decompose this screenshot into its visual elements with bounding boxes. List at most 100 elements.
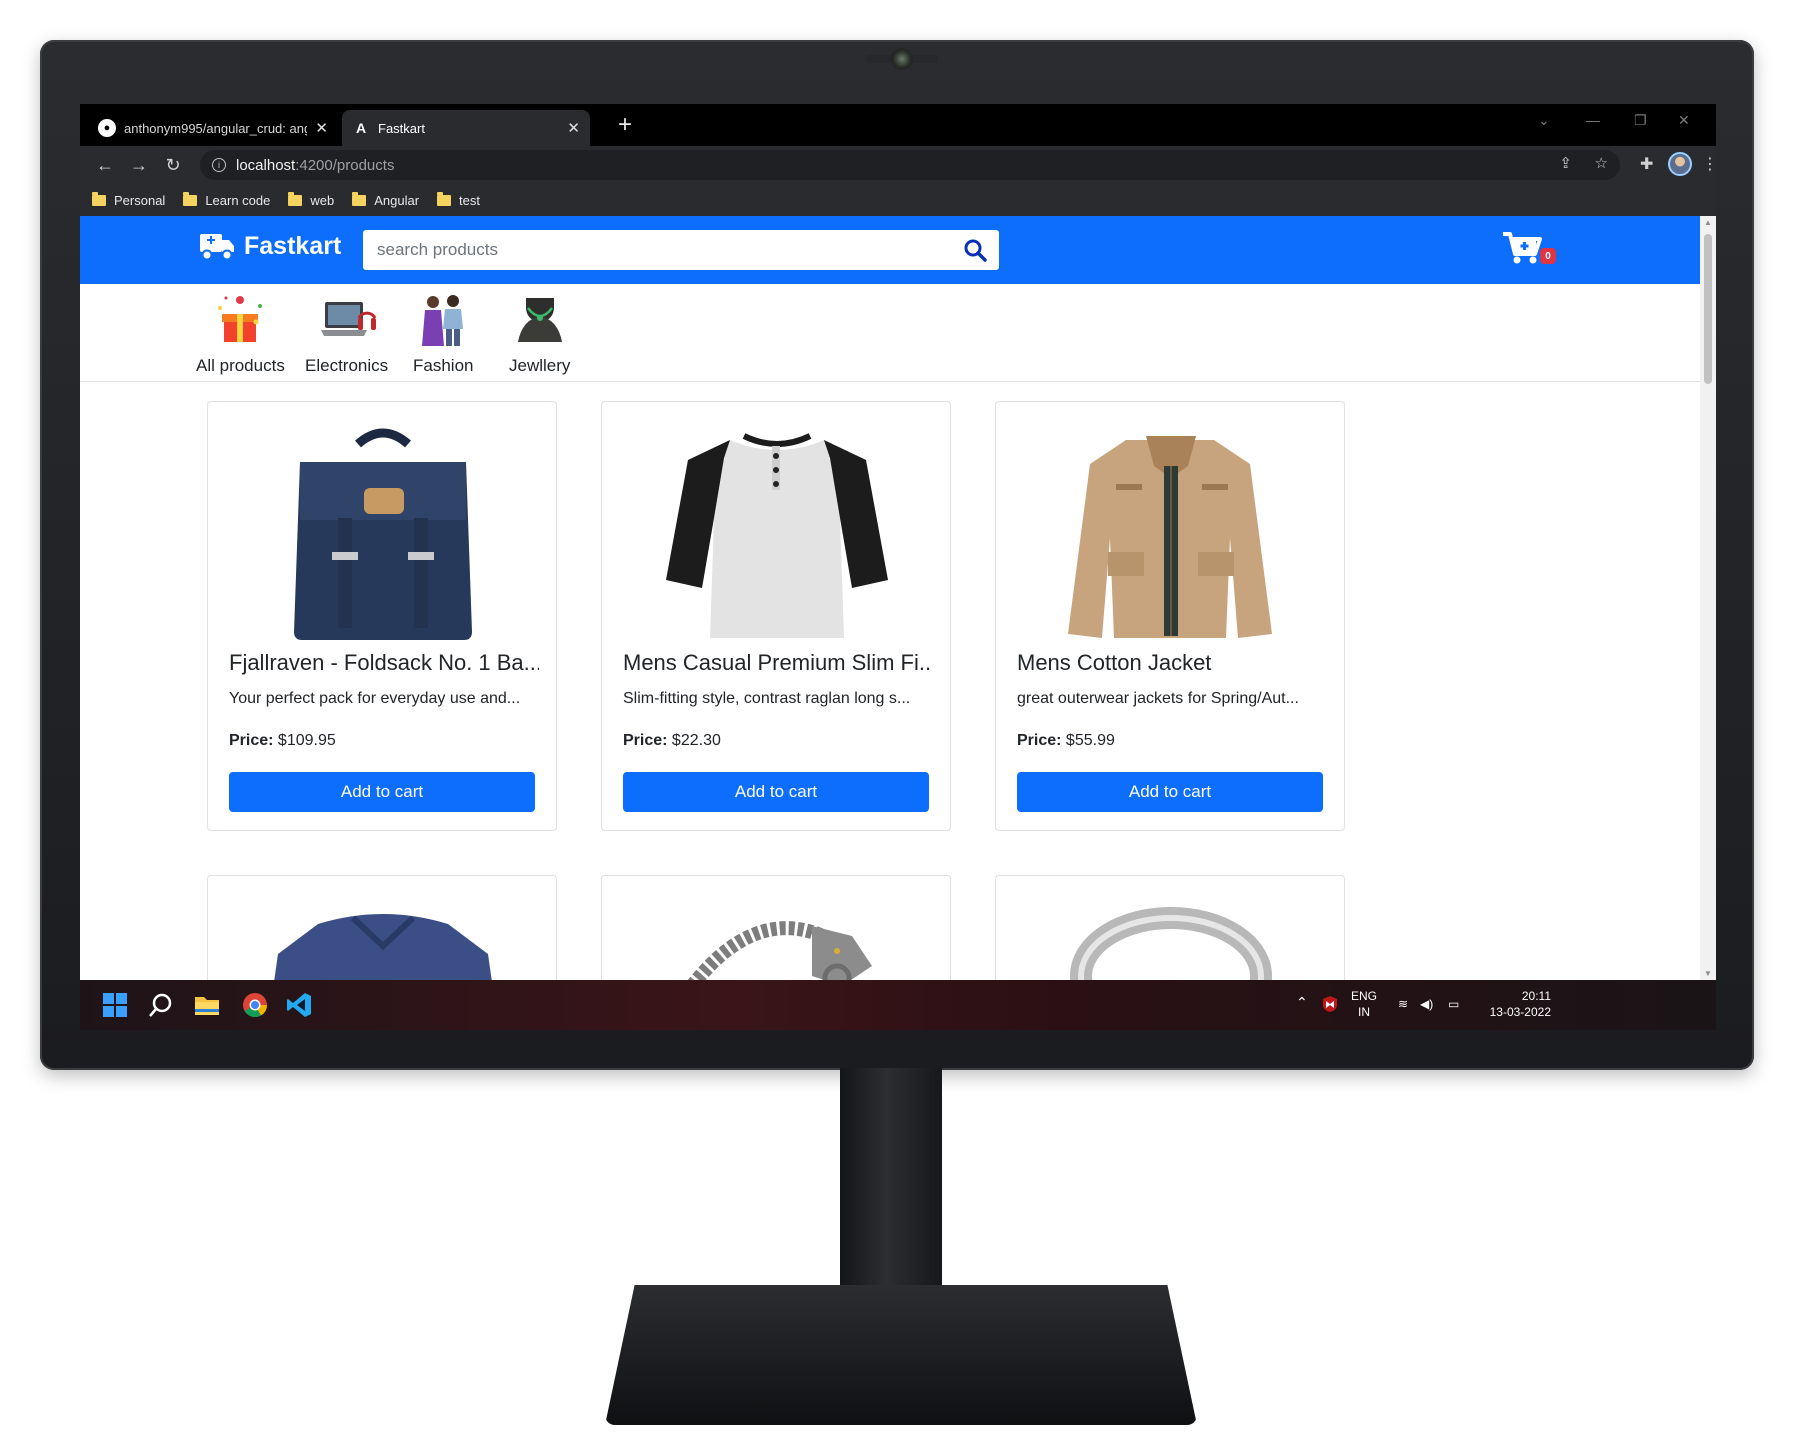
angular-icon: A xyxy=(355,120,367,136)
cart-button[interactable]: 0 xyxy=(1502,230,1556,270)
bookmark-label: Personal xyxy=(114,192,166,208)
volume-icon[interactable]: ◀) xyxy=(1420,996,1433,1012)
category-fashion[interactable]: Fashion xyxy=(413,292,473,376)
chrome-icon[interactable] xyxy=(242,992,268,1018)
new-tab-button[interactable]: + xyxy=(610,110,640,140)
bookmark-personal[interactable]: Personal xyxy=(92,191,166,208)
category-all-products[interactable]: All products xyxy=(196,292,285,376)
forward-icon[interactable]: → xyxy=(126,152,152,178)
search-icon[interactable] xyxy=(148,992,174,1018)
search-bar xyxy=(363,230,999,270)
clock[interactable]: 20:11 13-03-2022 xyxy=(1475,988,1551,1020)
scroll-down-icon[interactable]: ▼ xyxy=(1704,969,1712,978)
app-navbar: Fastkart 0 xyxy=(80,216,1700,284)
monitor-screen: ● anthonym995/angular_crud: ang ✕ A Fast… xyxy=(80,104,1716,1030)
folder-icon xyxy=(437,191,452,206)
gift-icon xyxy=(210,292,270,348)
extensions-icon[interactable]: ✚ xyxy=(1640,154,1653,174)
bookmark-web[interactable]: web xyxy=(288,191,335,208)
fashion-people-icon xyxy=(413,292,473,348)
windows-start-icon[interactable] xyxy=(102,992,128,1018)
category-electronics[interactable]: Electronics xyxy=(305,292,388,376)
wifi-icon[interactable]: ≋ xyxy=(1398,996,1408,1012)
page-scrollbar[interactable]: ▲ ▼ xyxy=(1700,216,1716,980)
scrollbar-thumb[interactable] xyxy=(1704,234,1712,384)
bookmark-label: Learn code xyxy=(205,192,271,208)
close-icon[interactable]: ✕ xyxy=(567,119,580,137)
chevron-down-icon[interactable]: ⌄ xyxy=(1538,112,1550,129)
site-info-icon[interactable]: i xyxy=(212,158,226,172)
price-value: $22.30 xyxy=(671,732,721,749)
category-label: Electronics xyxy=(305,356,389,375)
bookmark-star-icon[interactable]: ☆ xyxy=(1595,154,1608,172)
category-bar: All products Electronics Fashion Jewller… xyxy=(80,284,1700,382)
search-icon[interactable] xyxy=(963,238,987,262)
tab-fastkart[interactable]: A Fastkart ✕ xyxy=(342,110,590,146)
minimize-icon[interactable]: — xyxy=(1586,112,1600,128)
product-title: Fjallraven - Foldsack No. 1 Ba... xyxy=(229,650,539,675)
bookmark-test[interactable]: test xyxy=(437,191,481,208)
language-indicator[interactable]: ENG IN xyxy=(1351,988,1377,1020)
tab-title: anthonym995/angular_crud: ang xyxy=(124,120,308,136)
vscode-icon[interactable] xyxy=(286,992,312,1018)
folder-icon xyxy=(352,191,367,206)
bookmark-label: Angular xyxy=(374,192,420,208)
add-to-cart-button[interactable]: Add to cart xyxy=(1017,772,1323,812)
chevron-up-icon[interactable]: ⌃ xyxy=(1296,994,1308,1010)
close-window-icon[interactable]: ✕ xyxy=(1678,112,1690,129)
category-label: Jewllery xyxy=(509,356,571,375)
bookmark-label: test xyxy=(459,192,481,208)
bookmarks-bar: Personal Learn code web Angular test xyxy=(80,184,1716,216)
webcam-icon xyxy=(891,48,913,70)
backpack-image xyxy=(294,428,472,640)
price-value: $109.95 xyxy=(277,732,336,749)
desktop-photo: ● anthonym995/angular_crud: ang ✕ A Fast… xyxy=(0,0,1793,1439)
product-description: great outerwear jackets for Spring/Aut..… xyxy=(1017,690,1299,707)
add-to-cart-button[interactable]: Add to cart xyxy=(229,772,535,812)
brand-name: Fastkart xyxy=(244,231,342,260)
product-card: Mens Cotton Jacket great outerwear jacke… xyxy=(995,401,1345,831)
mcafee-shield-icon[interactable] xyxy=(1322,995,1338,1013)
cart-count-badge: 0 xyxy=(1540,248,1556,264)
address-bar[interactable]: i localhost:4200/products ⇪ ☆ xyxy=(200,150,1620,180)
windows-taskbar: ⌃ ENG IN ≋ ◀) ▭ 20:11 13-03-2022 xyxy=(80,980,1716,1030)
reload-icon[interactable]: ↻ xyxy=(160,152,186,178)
category-label: All products xyxy=(196,356,285,375)
file-explorer-icon[interactable] xyxy=(194,992,220,1018)
menu-dots-icon[interactable]: ⋮ xyxy=(1702,154,1716,174)
monitor-stand-neck xyxy=(840,1068,942,1290)
product-price: Price: $22.30 xyxy=(623,732,721,750)
tab-github[interactable]: ● anthonym995/angular_crud: ang ✕ xyxy=(88,110,338,146)
add-to-cart-button[interactable]: Add to cart xyxy=(623,772,929,812)
share-icon[interactable]: ⇪ xyxy=(1559,154,1572,172)
product-description: Your perfect pack for everyday use and..… xyxy=(229,690,521,707)
search-input[interactable] xyxy=(377,240,937,260)
bookmark-label: web xyxy=(310,192,335,208)
product-price: Price: $109.95 xyxy=(229,732,336,750)
category-jewllery[interactable]: Jewllery xyxy=(509,292,570,376)
back-icon[interactable]: ← xyxy=(92,152,118,178)
clock-date: 13-03-2022 xyxy=(1489,1005,1551,1019)
ring-image xyxy=(1070,907,1272,980)
tab-title: Fastkart xyxy=(378,120,425,136)
monitor-stand-base xyxy=(605,1285,1197,1425)
jacket-image xyxy=(1068,436,1272,638)
scroll-up-icon[interactable]: ▲ xyxy=(1704,218,1712,227)
folder-icon xyxy=(92,191,106,206)
restore-icon[interactable]: ❐ xyxy=(1634,112,1647,129)
product-card: Mens Casual Premium Slim Fi... Slim-fitt… xyxy=(601,401,951,831)
browser-toolbar: ← → ↻ i localhost:4200/products ⇪ ☆ ✚ ⋮ xyxy=(80,146,1716,184)
language-code: ENG xyxy=(1351,989,1378,1003)
product-card xyxy=(207,875,557,980)
bracelet-image xyxy=(687,921,872,980)
bookmark-angular[interactable]: Angular xyxy=(352,191,420,208)
product-card xyxy=(995,875,1345,980)
brand-link[interactable]: Fastkart xyxy=(198,230,341,262)
bookmark-learn-code[interactable]: Learn code xyxy=(183,191,271,208)
price-value: $55.99 xyxy=(1065,732,1115,749)
laptop-icon xyxy=(317,292,377,348)
avatar[interactable] xyxy=(1668,152,1692,176)
battery-icon[interactable]: ▭ xyxy=(1448,996,1459,1012)
close-icon[interactable]: ✕ xyxy=(315,119,328,137)
browser-tab-bar: ● anthonym995/angular_crud: ang ✕ A Fast… xyxy=(80,104,1716,146)
